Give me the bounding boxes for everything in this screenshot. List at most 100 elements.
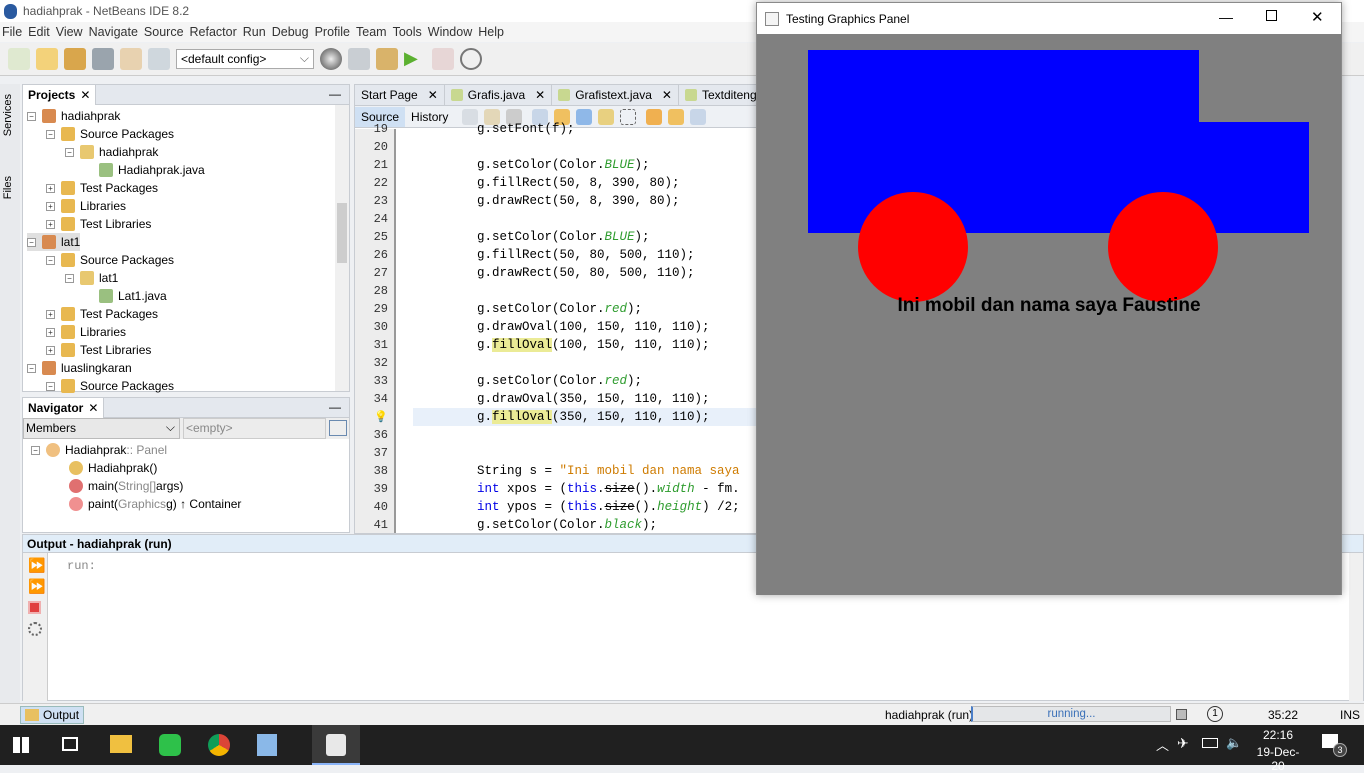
save-all-icon[interactable]: [92, 48, 114, 70]
expand-toggle-icon[interactable]: −: [27, 363, 36, 373]
undo-icon[interactable]: [120, 48, 142, 70]
new-file-icon[interactable]: [8, 48, 30, 70]
rerun-icon[interactable]: ⏩: [28, 557, 47, 574]
rerun-with-params-icon[interactable]: ⏩: [28, 578, 47, 595]
settings-icon[interactable]: [28, 622, 42, 636]
projects-scrollbar[interactable]: [335, 105, 349, 391]
project-tree-item[interactable]: + Libraries: [46, 197, 126, 215]
project-tree-item[interactable]: + Libraries: [46, 323, 126, 341]
project-tree-item[interactable]: − Source Packages: [46, 251, 174, 269]
project-tree-item[interactable]: Lat1.java: [84, 287, 167, 305]
project-tree-item[interactable]: − lat1: [65, 269, 118, 287]
minimize-button[interactable]: —: [1219, 9, 1233, 25]
expand-toggle-icon[interactable]: −: [46, 129, 55, 139]
menu-navigate[interactable]: Navigate: [89, 25, 138, 39]
close-icon[interactable]: ✕: [80, 88, 90, 102]
project-tree-item[interactable]: − hadiahprak: [65, 143, 158, 161]
project-tree-item[interactable]: + Test Packages: [46, 305, 158, 323]
editor-tab[interactable]: Start Page ✕: [355, 85, 445, 105]
expand-toggle-icon[interactable]: −: [46, 381, 55, 391]
minimize-icon[interactable]: —: [329, 400, 341, 414]
stop-icon[interactable]: [28, 601, 41, 614]
project-tree-item[interactable]: − Source Packages: [46, 125, 174, 143]
notification-badge[interactable]: 1: [1207, 706, 1223, 722]
close-icon[interactable]: ✕: [428, 88, 438, 102]
project-tree-item[interactable]: − hadiahprak: [27, 107, 120, 125]
clock-time[interactable]: 22:16: [1250, 728, 1306, 742]
output-window-tab[interactable]: Output: [20, 706, 84, 724]
maximize-button[interactable]: [1266, 10, 1277, 21]
find-next-icon[interactable]: [576, 108, 593, 125]
project-tree-item[interactable]: − Source Packages: [46, 377, 174, 395]
expand-toggle-icon[interactable]: +: [46, 309, 55, 319]
expand-toggle-icon[interactable]: −: [65, 273, 74, 283]
project-tree-item[interactable]: + Test Libraries: [46, 215, 151, 233]
cancel-task-icon[interactable]: [1176, 709, 1187, 720]
next-bookmark-icon[interactable]: [668, 108, 685, 125]
output-scrollbar[interactable]: [1349, 553, 1363, 701]
close-icon[interactable]: ✕: [535, 88, 545, 102]
expand-toggle-icon[interactable]: +: [46, 327, 55, 337]
java-taskbar-button[interactable]: [312, 725, 360, 765]
line-app-icon[interactable]: [159, 734, 181, 756]
redo-icon[interactable]: [148, 48, 170, 70]
task-view-icon[interactable]: [62, 737, 78, 751]
empty-filter-select[interactable]: <empty>: [183, 418, 326, 439]
services-tab[interactable]: Services: [2, 94, 14, 136]
file-explorer-icon[interactable]: [110, 735, 132, 753]
chrome-icon[interactable]: [208, 734, 230, 756]
menu-refactor[interactable]: Refactor: [190, 25, 237, 39]
expand-toggle-icon[interactable]: −: [65, 147, 74, 157]
menu-team[interactable]: Team: [356, 25, 387, 39]
toggle-bookmark-icon[interactable]: [690, 108, 707, 125]
navigator-item[interactable]: main(String[] args): [49, 477, 183, 495]
progress-bar[interactable]: running...: [971, 706, 1171, 722]
members-filter-select[interactable]: Members ⌵: [23, 418, 180, 439]
config-select[interactable]: <default config> ⌵: [176, 49, 314, 69]
build-icon[interactable]: [348, 48, 370, 70]
chevron-up-icon[interactable]: ︿: [1156, 735, 1169, 754]
menu-source[interactable]: Source: [144, 25, 184, 39]
menu-window[interactable]: Window: [428, 25, 472, 39]
minimize-icon[interactable]: —: [329, 87, 341, 101]
menu-debug[interactable]: Debug: [272, 25, 309, 39]
menu-profile[interactable]: Profile: [315, 25, 350, 39]
previous-bookmark-icon[interactable]: [646, 108, 663, 125]
navigator-item[interactable]: − Hadiahprak :: Panel: [31, 441, 167, 459]
expand-toggle-icon[interactable]: +: [46, 219, 55, 229]
menu-tools[interactable]: Tools: [393, 25, 422, 39]
project-tree-item[interactable]: + Test Libraries: [46, 341, 151, 359]
menu-edit[interactable]: Edit: [28, 25, 50, 39]
globe-icon[interactable]: [320, 48, 342, 70]
battery-icon[interactable]: [1202, 738, 1218, 748]
navigator-item[interactable]: paint(Graphics g) ↑ Container: [49, 495, 241, 513]
close-button[interactable]: ✕: [1311, 8, 1324, 26]
expand-toggle-icon[interactable]: +: [46, 183, 55, 193]
graphics-window-title-bar[interactable]: Testing Graphics Panel — ✕: [757, 3, 1341, 34]
editor-tab[interactable]: Grafis.java ✕: [445, 85, 553, 105]
close-icon[interactable]: ✕: [662, 88, 672, 102]
profile-icon[interactable]: [460, 48, 482, 70]
start-icon[interactable]: [13, 737, 29, 753]
airplane-mode-icon[interactable]: ✈: [1177, 735, 1189, 752]
history-tab[interactable]: History: [405, 107, 454, 127]
expand-toggle-icon[interactable]: +: [46, 201, 55, 211]
open-project-icon[interactable]: [64, 48, 86, 70]
editor-tab[interactable]: Grafistext.java ✕: [552, 85, 679, 105]
project-tree-item[interactable]: − lat1: [27, 233, 81, 251]
expand-toggle-icon[interactable]: +: [46, 345, 55, 355]
menu-run[interactable]: Run: [243, 25, 266, 39]
project-tree-item[interactable]: − luaslingkaran: [27, 359, 132, 377]
rect-select-icon[interactable]: [620, 108, 637, 125]
run-icon[interactable]: ▶: [404, 48, 426, 70]
close-icon[interactable]: ✕: [88, 401, 98, 415]
menu-file[interactable]: File: [2, 25, 22, 39]
last-edit-icon[interactable]: [462, 108, 479, 125]
volume-icon[interactable]: 🔈: [1226, 735, 1242, 751]
navigator-tab[interactable]: Navigator ✕: [23, 397, 105, 418]
layout-icon[interactable]: [329, 420, 347, 436]
menu-view[interactable]: View: [56, 25, 83, 39]
new-project-icon[interactable]: [36, 48, 58, 70]
projects-tab[interactable]: Projects ✕: [23, 84, 97, 105]
expand-toggle-icon[interactable]: −: [27, 237, 36, 247]
